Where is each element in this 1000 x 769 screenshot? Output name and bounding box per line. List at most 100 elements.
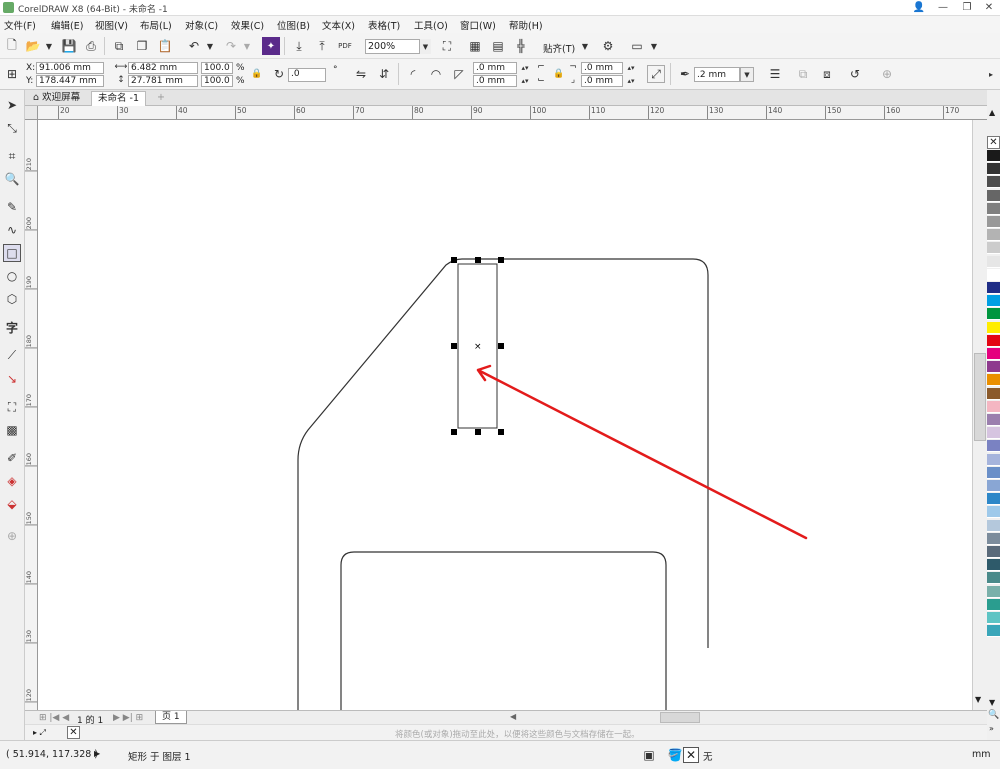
vertical-ruler[interactable]: 210 200 190 180 170 160 150 140 130 120	[25, 120, 38, 710]
horizontal-scroll-thumb[interactable]	[660, 712, 700, 723]
palette-zoom-icon[interactable]: 🔍	[988, 710, 999, 720]
scale-width-field[interactable]: 100.0	[201, 62, 233, 74]
vertical-scroll-thumb[interactable]	[974, 353, 986, 441]
user-icon[interactable]: 👤	[908, 1, 930, 15]
restore-button[interactable]: ❐	[956, 1, 978, 15]
color-swatch[interactable]	[987, 361, 1000, 374]
mirror-vertical-icon[interactable]: ⇵	[375, 65, 393, 83]
connector-tool-icon[interactable]: ↘	[3, 370, 21, 388]
x-position-field[interactable]: 91.006 mm	[36, 62, 104, 74]
menu-table[interactable]: 表格(T)	[368, 18, 400, 32]
color-swatch[interactable]	[987, 493, 1000, 506]
color-swatch[interactable]	[987, 268, 1000, 281]
import-icon[interactable]: ⤓	[290, 37, 308, 55]
color-swatch[interactable]	[987, 374, 1000, 387]
corner-spin-b-icon[interactable]: ▴▾	[518, 75, 532, 87]
color-swatch[interactable]	[987, 480, 1000, 492]
cut-icon[interactable]: ⧉	[110, 37, 128, 55]
menu-view[interactable]: 视图(V)	[95, 18, 128, 32]
y-position-field[interactable]: 178.447 mm	[36, 75, 104, 87]
color-swatch[interactable]	[987, 202, 1000, 215]
round-corner-icon[interactable]: ◜	[404, 65, 422, 83]
color-swatch[interactable]	[987, 559, 1000, 572]
menu-bitmaps[interactable]: 位图(B)	[277, 18, 310, 32]
add-tool-icon[interactable]: ⊕	[3, 527, 21, 545]
menu-layout[interactable]: 布局(L)	[140, 18, 172, 32]
print-icon[interactable]: ⎙	[82, 37, 100, 55]
new-document-icon[interactable]: 🗋	[3, 37, 21, 55]
color-swatch[interactable]	[987, 308, 1000, 321]
color-swatch[interactable]	[987, 348, 1000, 360]
vertical-scrollbar[interactable]: ▼	[972, 120, 987, 710]
interactive-fill-tool-icon[interactable]: ◈	[3, 472, 21, 490]
page-tab[interactable]: 页 1	[155, 711, 187, 724]
chamfered-corner-icon[interactable]: ◸	[450, 65, 468, 83]
mirror-horizontal-icon[interactable]: ⇋	[352, 65, 370, 83]
transparency-tool-icon[interactable]: ▩	[3, 421, 21, 439]
envelope-tool-icon[interactable]: ⛶	[3, 398, 21, 416]
color-swatch[interactable]	[987, 612, 1000, 624]
search-content-icon[interactable]: ✦	[262, 37, 280, 55]
bring-to-front-icon[interactable]: ⧉	[794, 65, 812, 83]
rotation-field[interactable]: .0	[288, 68, 326, 82]
height-field[interactable]: 27.781 mm	[128, 75, 198, 87]
smart-fill-tool-icon[interactable]: ⬙	[3, 495, 21, 513]
open-dropdown-icon[interactable]: ▼	[40, 37, 58, 55]
scale-height-field[interactable]: 100.0	[201, 75, 233, 87]
color-proofing-icon[interactable]: ▣	[640, 746, 658, 764]
palette-more-icon[interactable]: »	[989, 724, 994, 733]
outline-dropdown-icon[interactable]: ▼	[740, 67, 754, 82]
color-swatch[interactable]	[987, 546, 1000, 558]
close-button[interactable]: ✕	[978, 1, 1000, 15]
scalloped-corner-icon[interactable]: ◠	[427, 65, 445, 83]
object-origin-icon[interactable]: ⊞	[3, 65, 21, 83]
color-swatch[interactable]	[987, 150, 1000, 162]
color-swatch[interactable]	[987, 334, 1000, 347]
status-expand-icon[interactable]: ▶	[94, 749, 100, 758]
ruler-origin[interactable]	[25, 106, 38, 120]
horizontal-ruler[interactable]: 20 30 40 50 60 70 80 90 100 110 120 130 140 150 160 170	[25, 106, 987, 120]
full-screen-icon[interactable]: ⛶	[438, 37, 456, 55]
crop-tool-icon[interactable]: ⌗	[3, 147, 21, 165]
document-no-color-swatch[interactable]: ✕	[67, 726, 80, 739]
palette-tools-icon[interactable]: ▸ ⤢	[33, 728, 46, 738]
parallel-dimension-tool-icon[interactable]: ⟋	[3, 346, 21, 364]
color-swatch[interactable]	[987, 282, 1000, 294]
freehand-tool-icon[interactable]: ✎	[3, 198, 21, 216]
minimize-button[interactable]: —	[932, 1, 954, 15]
redo-dropdown-icon[interactable]: ▼	[238, 37, 256, 55]
pick-tool-icon[interactable]: ➤	[3, 96, 21, 114]
tab-document[interactable]: 未命名 -1	[91, 91, 146, 106]
lock-ratio-icon[interactable]: 🔒	[248, 65, 266, 83]
fill-none-swatch[interactable]: ✕	[683, 747, 699, 763]
export-icon[interactable]: ⤒	[313, 37, 331, 55]
zoom-dropdown-icon[interactable]: ▼	[419, 39, 431, 54]
zoom-tool-icon[interactable]: 🔍	[3, 170, 21, 188]
color-swatch[interactable]	[987, 519, 1000, 532]
corner-spin-a-icon[interactable]: ▴▾	[518, 62, 532, 74]
show-grid-icon[interactable]: ▤	[489, 37, 507, 55]
color-swatch[interactable]	[987, 242, 1000, 255]
menu-edit[interactable]: 编辑(E)	[51, 18, 83, 32]
color-swatch[interactable]	[987, 466, 1000, 479]
width-field[interactable]: 6.482 mm	[128, 62, 198, 74]
rectangle-tool-icon[interactable]: □	[3, 244, 21, 262]
menu-file[interactable]: 文件(F)	[4, 18, 36, 32]
corner-spin-c-icon[interactable]: ▴▾	[624, 62, 638, 74]
color-swatch[interactable]	[987, 414, 1000, 426]
outline-width-field[interactable]: .2 mm	[694, 67, 740, 82]
convert-to-curves-icon[interactable]: ↺	[846, 65, 864, 83]
show-rulers-icon[interactable]: ▦	[466, 37, 484, 55]
polygon-tool-icon[interactable]: ⬡	[3, 290, 21, 308]
wrap-text-icon[interactable]: ☰	[766, 65, 784, 83]
show-guidelines-icon[interactable]: ╬	[512, 37, 530, 55]
color-swatch[interactable]	[987, 598, 1000, 611]
paste-icon[interactable]: 📋	[156, 37, 174, 55]
tab-welcome[interactable]: ⌂ 欢迎屏幕	[27, 91, 86, 106]
ellipse-tool-icon[interactable]: ○	[3, 267, 21, 285]
menu-object[interactable]: 对象(C)	[185, 18, 218, 32]
eyedropper-tool-icon[interactable]: ✐	[3, 449, 21, 467]
options-gear-icon[interactable]: ⚙	[599, 37, 617, 55]
color-swatch[interactable]	[987, 176, 1000, 189]
snap-to-label[interactable]: 贴齐(T)	[543, 41, 575, 55]
